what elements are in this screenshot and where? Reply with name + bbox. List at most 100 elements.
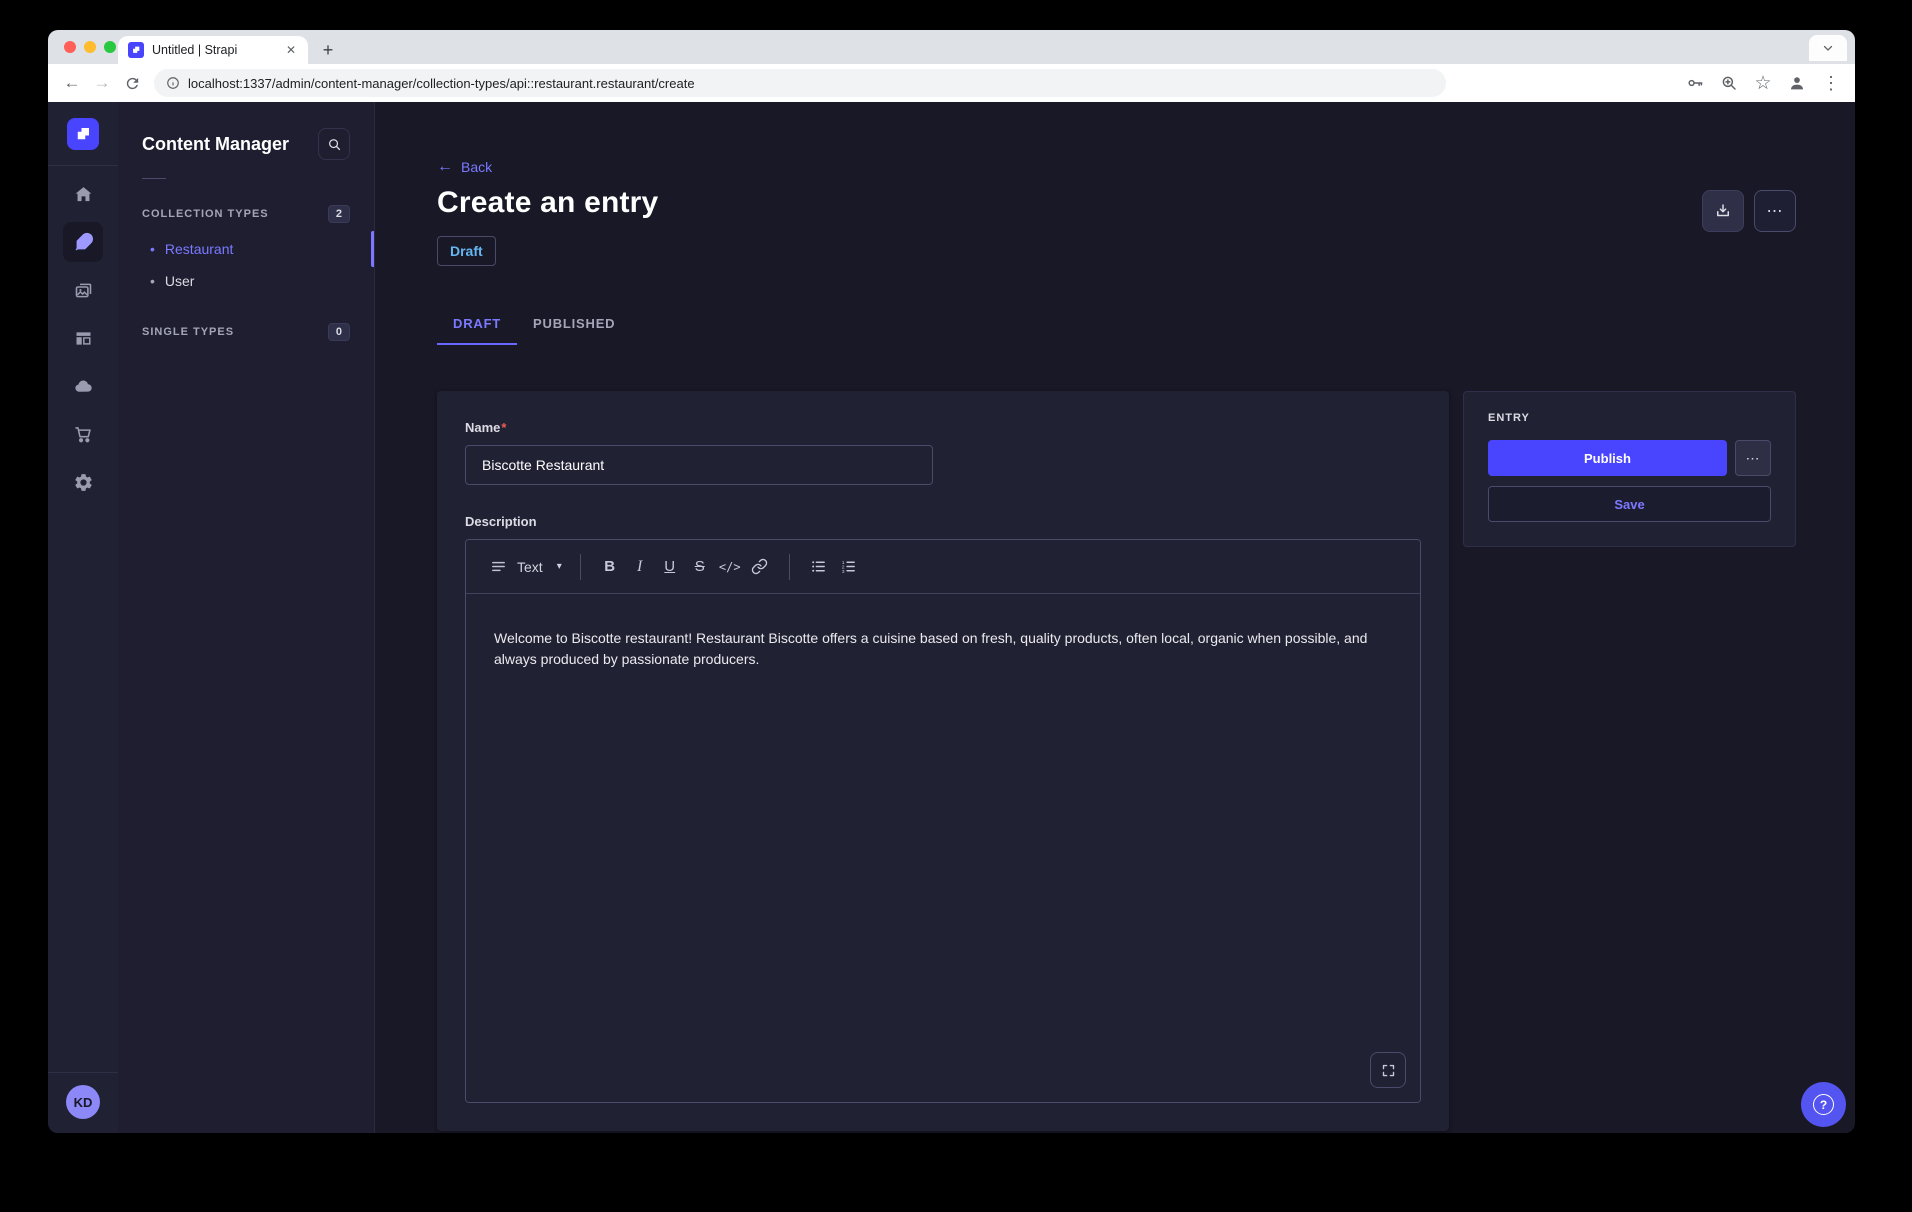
nav-bottom: KD bbox=[48, 1072, 118, 1133]
subnav-item-label: Restaurant bbox=[165, 241, 233, 257]
strapi-logo[interactable] bbox=[67, 118, 99, 150]
collection-types-label: COLLECTION TYPES bbox=[142, 208, 269, 220]
images-icon bbox=[73, 280, 94, 301]
zoom-page-icon[interactable] bbox=[1717, 71, 1741, 95]
feather-icon bbox=[73, 232, 94, 253]
search-icon bbox=[327, 137, 342, 152]
url-bar[interactable]: localhost:1337/admin/content-manager/col… bbox=[154, 69, 1446, 97]
toolbar-separator bbox=[580, 554, 581, 580]
question-mark-icon: ? bbox=[1813, 1094, 1834, 1115]
tab-published[interactable]: PUBLISHED bbox=[517, 304, 631, 345]
sidebar-item-media-library[interactable] bbox=[63, 270, 103, 310]
single-types-label: SINGLE TYPES bbox=[142, 326, 234, 338]
bullet-list-button[interactable] bbox=[804, 552, 834, 582]
minimize-window-button[interactable] bbox=[84, 41, 96, 53]
toolbar-right-icons: ☆ ⋮ bbox=[1683, 71, 1843, 95]
sidebar-item-settings[interactable] bbox=[63, 462, 103, 502]
back-arrow-icon: ← bbox=[437, 158, 453, 176]
bold-button[interactable]: B bbox=[595, 552, 625, 582]
italic-button[interactable]: I bbox=[625, 552, 655, 582]
sidebar-item-home[interactable] bbox=[63, 174, 103, 214]
more-actions-button[interactable]: ⋯ bbox=[1754, 190, 1796, 232]
sidebar-item-cloud[interactable] bbox=[63, 366, 103, 406]
entry-more-button[interactable]: ⋯ bbox=[1735, 440, 1771, 476]
browser-window: Untitled | Strapi ✕ + ← → localhost:1337… bbox=[48, 30, 1855, 1133]
nav-divider-bottom bbox=[48, 1072, 118, 1073]
gear-icon bbox=[73, 472, 94, 493]
numbered-list-icon: 123 bbox=[840, 558, 857, 575]
help-button[interactable]: ? bbox=[1801, 1082, 1846, 1127]
name-field-label: Name* bbox=[465, 420, 506, 435]
cart-icon bbox=[73, 424, 94, 445]
entry-panel: ENTRY Publish ⋯ Save bbox=[1463, 391, 1796, 547]
subnav-item-restaurant[interactable]: • Restaurant bbox=[118, 233, 374, 265]
browser-back-button[interactable]: ← bbox=[60, 71, 84, 95]
site-info-icon[interactable] bbox=[166, 76, 180, 90]
entry-panel-title: ENTRY bbox=[1488, 412, 1771, 424]
url-text[interactable]: localhost:1337/admin/content-manager/col… bbox=[188, 76, 695, 91]
reload-button[interactable] bbox=[120, 71, 144, 95]
tab-draft[interactable]: DRAFT bbox=[437, 304, 517, 345]
user-avatar[interactable]: KD bbox=[66, 1085, 100, 1119]
export-button[interactable] bbox=[1702, 190, 1744, 232]
tab-title: Untitled | Strapi bbox=[152, 43, 276, 57]
svg-text:3: 3 bbox=[842, 569, 845, 575]
entry-form-card: Name* Description Text ▾ bbox=[437, 391, 1449, 1131]
browser-toolbar: ← → localhost:1337/admin/content-manager… bbox=[48, 64, 1855, 102]
active-indicator bbox=[371, 231, 374, 267]
single-types-count: 0 bbox=[328, 323, 350, 341]
new-tab-button[interactable]: + bbox=[314, 36, 342, 64]
status-badge: Draft bbox=[437, 236, 496, 266]
strapi-admin: KD Content Manager COLLECTION TYPES 2 • … bbox=[48, 102, 1855, 1133]
fullscreen-icon bbox=[1381, 1063, 1396, 1078]
download-icon bbox=[1714, 202, 1732, 220]
back-link[interactable]: ← Back bbox=[437, 158, 492, 176]
required-asterisk: * bbox=[501, 420, 506, 435]
rich-text-editor: Text ▾ B I U S </> bbox=[465, 539, 1421, 1103]
window-controls[interactable] bbox=[64, 41, 116, 53]
toolbar-separator bbox=[789, 554, 790, 580]
browser-menu-icon[interactable]: ⋮ bbox=[1819, 71, 1843, 95]
link-icon bbox=[751, 558, 768, 575]
strapi-favicon-icon bbox=[128, 42, 144, 58]
browser-tab-bar: Untitled | Strapi ✕ + bbox=[48, 30, 1855, 64]
save-button[interactable]: Save bbox=[1488, 486, 1771, 522]
profile-avatar-icon[interactable] bbox=[1785, 71, 1809, 95]
subnav-divider bbox=[142, 178, 166, 179]
nav-divider bbox=[48, 165, 118, 166]
search-button[interactable] bbox=[318, 128, 350, 160]
sidebar-item-content-manager[interactable] bbox=[63, 222, 103, 262]
tab-close-icon[interactable]: ✕ bbox=[284, 43, 298, 57]
content-manager-subnav: Content Manager COLLECTION TYPES 2 • Res… bbox=[118, 102, 375, 1133]
text-format-select[interactable]: Text ▾ bbox=[486, 558, 566, 575]
close-window-button[interactable] bbox=[64, 41, 76, 53]
underline-button[interactable]: U bbox=[655, 552, 685, 582]
editor-content[interactable]: Welcome to Biscotte restaurant! Restaura… bbox=[466, 594, 1420, 1102]
home-icon bbox=[73, 184, 94, 205]
password-key-icon[interactable] bbox=[1683, 71, 1707, 95]
subnav-item-user[interactable]: • User bbox=[118, 265, 374, 297]
browser-forward-button[interactable]: → bbox=[90, 71, 114, 95]
bullet-icon: • bbox=[150, 242, 155, 256]
link-button[interactable] bbox=[745, 552, 775, 582]
bullet-list-icon bbox=[810, 558, 827, 575]
subnav-item-label: User bbox=[165, 273, 195, 289]
name-input[interactable] bbox=[465, 445, 933, 485]
layout-icon bbox=[73, 328, 94, 349]
sidebar-item-marketplace[interactable] bbox=[63, 414, 103, 454]
subnav-title: Content Manager bbox=[142, 134, 289, 155]
browser-tab[interactable]: Untitled | Strapi ✕ bbox=[118, 36, 308, 64]
bullet-icon: • bbox=[150, 274, 155, 288]
numbered-list-button[interactable]: 123 bbox=[834, 552, 864, 582]
main-navigation: KD bbox=[48, 102, 118, 1133]
expand-editor-button[interactable] bbox=[1370, 1052, 1406, 1088]
publish-button[interactable]: Publish bbox=[1488, 440, 1727, 476]
maximize-window-button[interactable] bbox=[104, 41, 116, 53]
code-button[interactable]: </> bbox=[715, 552, 745, 582]
strikethrough-button[interactable]: S bbox=[685, 552, 715, 582]
description-field-label: Description bbox=[465, 514, 537, 529]
tab-search-button[interactable] bbox=[1809, 35, 1847, 61]
description-text[interactable]: Welcome to Biscotte restaurant! Restaura… bbox=[494, 628, 1392, 670]
bookmark-star-icon[interactable]: ☆ bbox=[1751, 71, 1775, 95]
sidebar-item-content-type-builder[interactable] bbox=[63, 318, 103, 358]
